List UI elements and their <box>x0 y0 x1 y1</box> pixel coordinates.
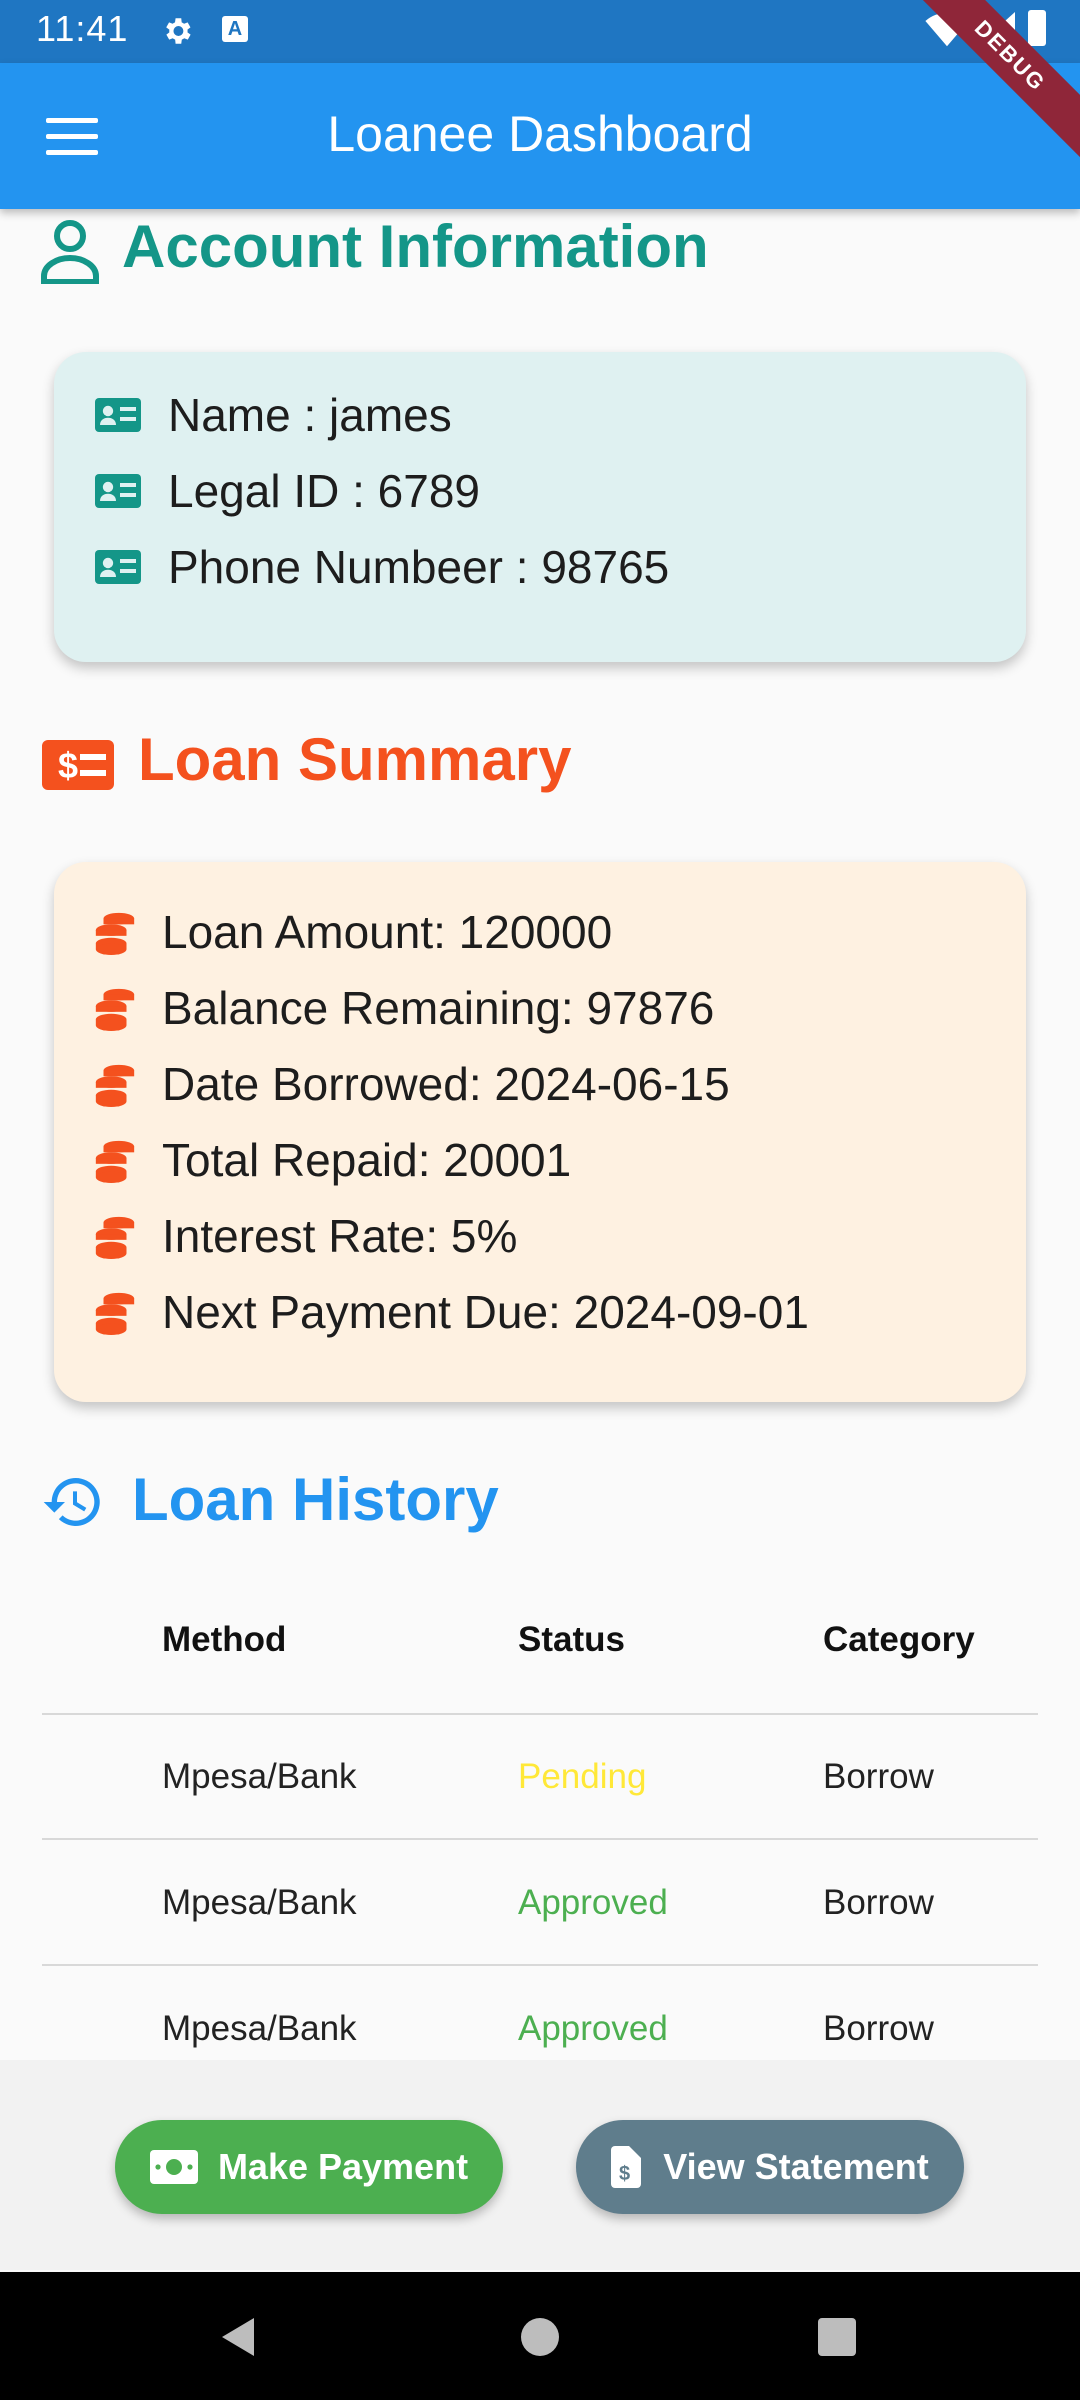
table-header-method: Method <box>162 1620 287 1659</box>
keyboard-a-icon: A <box>222 16 248 42</box>
cash-icon <box>149 2150 198 2184</box>
table-cell-status-pending: Pending <box>518 1757 647 1796</box>
summary-row-date-borrowed: Date Borrowed: 2024-06-15 <box>92 1057 730 1111</box>
table-header-category: Category <box>823 1620 975 1659</box>
money-bill-icon: $ <box>42 740 114 790</box>
account-row-name: Name : james <box>94 388 452 442</box>
table-cell-status-approved: Approved <box>518 2009 668 2048</box>
balance-remaining-text: Balance Remaining: 97876 <box>162 982 715 1034</box>
table-header-status: Status <box>518 1620 625 1659</box>
table-divider <box>42 1713 1038 1715</box>
account-row-phone: Phone Numbeer : 98765 <box>94 540 669 594</box>
table-divider <box>42 1964 1038 1966</box>
coin-stack-icon <box>95 1292 135 1335</box>
table-cell-category: Borrow <box>823 1883 934 1922</box>
id-card-icon <box>95 550 141 584</box>
history-section-title: Loan History <box>132 1466 499 1533</box>
view-statement-button[interactable]: $ View Statement <box>576 2120 964 2214</box>
recents-icon[interactable] <box>818 2318 856 2356</box>
table-cell-method: Mpesa/Bank <box>162 1757 357 1796</box>
home-icon[interactable] <box>521 2318 559 2356</box>
wifi-icon <box>925 12 969 47</box>
system-navigation-bar <box>0 2272 1080 2400</box>
summary-section-title: Loan Summary <box>138 726 572 793</box>
next-payment-due-text: Next Payment Due: 2024-09-01 <box>162 1286 809 1338</box>
settings-gear-icon <box>166 18 191 44</box>
interest-rate-text: Interest Rate: 5% <box>162 1210 518 1262</box>
status-time: 11:41 <box>36 8 129 49</box>
view-statement-label: View Statement <box>663 2146 929 2187</box>
svg-text:$: $ <box>58 745 78 786</box>
loan-amount-text: Loan Amount: 120000 <box>162 906 613 958</box>
coin-stack-icon <box>95 1216 135 1259</box>
cell-signal-icon <box>975 12 1015 48</box>
table-cell-status-approved: Approved <box>518 1883 668 1922</box>
make-payment-label: Make Payment <box>217 2146 469 2187</box>
back-icon[interactable] <box>218 2316 258 2358</box>
table-cell-category: Borrow <box>823 1757 934 1796</box>
summary-row-next-payment: Next Payment Due: 2024-09-01 <box>92 1285 809 1339</box>
table-cell-method: Mpesa/Bank <box>162 1883 357 1922</box>
total-repaid-text: Total Repaid: 20001 <box>162 1134 572 1186</box>
summary-row-balance: Balance Remaining: 97876 <box>92 981 714 1035</box>
summary-row-interest-rate: Interest Rate: 5% <box>92 1209 517 1263</box>
menu-icon[interactable] <box>46 118 98 158</box>
id-card-icon <box>95 474 141 508</box>
account-section-title: Account Information <box>122 213 709 280</box>
summary-row-loan-amount: Loan Amount: 120000 <box>92 905 612 959</box>
id-card-icon <box>95 398 141 432</box>
coin-stack-icon <box>95 1140 135 1183</box>
invoice-icon: $ <box>611 2146 642 2188</box>
status-bar: 11:41 A <box>0 0 1080 63</box>
account-phone-text: Phone Numbeer : 98765 <box>168 541 670 593</box>
date-borrowed-text: Date Borrowed: 2024-06-15 <box>162 1058 730 1110</box>
coin-stack-icon <box>95 1064 135 1107</box>
app-bar: Loanee Dashboard <box>0 63 1080 209</box>
history-icon <box>43 1477 100 1526</box>
battery-icon <box>1028 10 1046 46</box>
table-cell-method: Mpesa/Bank <box>162 2009 357 2048</box>
summary-row-total-repaid: Total Repaid: 20001 <box>92 1133 571 1187</box>
make-payment-button[interactable]: Make Payment <box>115 2120 503 2214</box>
account-legal-id-text: Legal ID : 6789 <box>168 465 481 517</box>
app-title: Loanee Dashboard <box>327 106 753 162</box>
account-name-text: Name : james <box>168 389 452 441</box>
person-outline-icon <box>41 220 99 284</box>
account-row-legal-id: Legal ID : 6789 <box>94 464 480 518</box>
coin-stack-icon <box>95 912 135 955</box>
svg-text:$: $ <box>619 2163 630 2185</box>
table-divider <box>42 1838 1038 1840</box>
table-cell-category: Borrow <box>823 2009 934 2048</box>
coin-stack-icon <box>95 988 135 1031</box>
